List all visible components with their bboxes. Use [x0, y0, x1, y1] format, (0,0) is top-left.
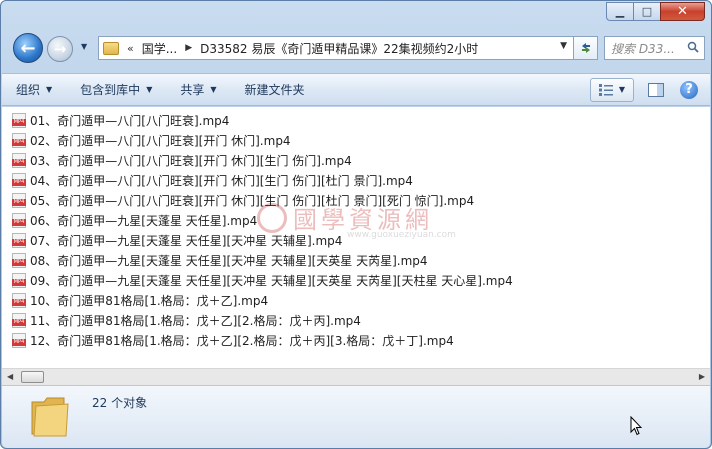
chevron-down-icon: ▼ [46, 85, 53, 94]
close-button[interactable]: ✕ [660, 2, 705, 21]
organize-menu-button[interactable]: 组织 ▼ [16, 81, 52, 98]
list-item[interactable]: 06、奇门遁甲—九星[天蓬星 天任星].mp4 [12, 211, 257, 229]
address-bar[interactable]: « 国学... ▶ D33582 易辰《奇门遁甲精品课》22集视频约2小时 ▼ [98, 36, 574, 60]
file-name: 04、奇门遁甲—八门[八门旺衰][开门 休门][生门 伤门][杜门 景门].mp… [30, 173, 413, 188]
mp4-file-icon [12, 312, 26, 328]
mp4-file-icon [12, 332, 26, 348]
file-name: 06、奇门遁甲—九星[天蓬星 天任星].mp4 [30, 213, 258, 228]
include-in-library-button[interactable]: 包含到库中 ▼ [80, 81, 152, 98]
chevron-down-icon: ▼ [146, 85, 153, 94]
file-list: 國學資源網 www.guoxueziyuan.com 01、奇门遁甲—八门[八门… [2, 107, 710, 368]
breadcrumb-segment-guoxue[interactable]: 国学... [142, 40, 177, 57]
file-name: 03、奇门遁甲—八门[八门旺衰][开门 休门][生门 伤门].mp4 [30, 153, 352, 168]
refresh-icon [581, 43, 590, 53]
mp4-file-icon [12, 112, 26, 128]
explorer-window: ▁ □ ✕ ← → ▼ « 国学... ▶ D33582 易辰《奇门遁甲精品课》… [0, 0, 712, 449]
file-name: 10、奇门遁甲81格局[1.格局：戊＋乙].mp4 [30, 293, 269, 308]
list-item[interactable]: 05、奇门遁甲—八门[八门旺衰][开门 休门][生门 伤门][杜门 景门][死门… [12, 191, 474, 209]
include-library-label: 包含到库中 [80, 83, 141, 97]
list-item[interactable]: 09、奇门遁甲—九星[天蓬星 天任星][天冲星 天辅星][天英星 天芮星][天柱… [12, 271, 513, 289]
new-folder-label: 新建文件夹 [244, 83, 305, 97]
folder-icon [103, 41, 119, 55]
recent-pages-dropdown-icon[interactable]: ▼ [81, 42, 87, 51]
search-placeholder: 搜索 D33... [611, 41, 675, 56]
mp4-file-icon [12, 132, 26, 148]
share-button[interactable]: 共享 ▼ [180, 81, 216, 98]
help-icon[interactable]: ? [680, 80, 698, 99]
list-item[interactable]: 11、奇门遁甲81格局[1.格局：戊＋乙][2.格局：戊＋丙].mp4 [12, 311, 361, 329]
breadcrumb-segment-current-folder[interactable]: D33582 易辰《奇门遁甲精品课》22集视频约2小时 [200, 40, 478, 57]
minimize-button[interactable]: ▁ [606, 2, 633, 21]
file-name: 07、奇门遁甲—九星[天蓬星 天任星][天冲星 天辅星].mp4 [30, 233, 343, 248]
share-label: 共享 [180, 83, 205, 97]
toolbar-right-group: ▼ ? [590, 74, 710, 105]
list-item[interactable]: 12、奇门遁甲81格局[1.格局：戊＋乙][2.格局：戊＋丙][3.格局：戊＋丁… [12, 331, 454, 349]
caption-buttons: ▁ □ ✕ [606, 2, 705, 21]
maximize-button[interactable]: □ [633, 2, 660, 21]
details-pane: 22 个对象 [2, 385, 710, 448]
file-name: 08、奇门遁甲—九星[天蓬星 天任星][天冲星 天辅星][天英星 天芮星].mp… [30, 253, 428, 268]
breadcrumb-separator-icon[interactable]: ▶ [185, 43, 192, 53]
organize-label: 组织 [16, 83, 41, 97]
file-name: 01、奇门遁甲—八门[八门旺衰].mp4 [30, 113, 230, 128]
preview-pane-icon [648, 82, 664, 97]
mp4-file-icon [12, 272, 26, 288]
item-count: 22 个对象 [92, 396, 148, 410]
change-view-button[interactable]: ▼ [590, 77, 634, 102]
navigation-bar: ← → ▼ « 国学... ▶ D33582 易辰《奇门遁甲精品课》22集视频约… [1, 27, 711, 71]
search-icon[interactable] [687, 41, 699, 53]
scroll-right-icon[interactable]: ▶ [699, 372, 705, 381]
list-item[interactable]: 10、奇门遁甲81格局[1.格局：戊＋乙].mp4 [12, 291, 268, 309]
search-input[interactable]: 搜索 D33... [604, 36, 705, 60]
mp4-file-icon [12, 232, 26, 248]
folder-icon [31, 397, 69, 437]
new-folder-button[interactable]: 新建文件夹 [245, 81, 305, 98]
mp4-file-icon [12, 252, 26, 268]
file-name: 02、奇门遁甲—八门[八门旺衰][开门 休门].mp4 [30, 133, 291, 148]
chevron-down-icon: ▼ [618, 85, 626, 94]
preview-pane-button[interactable] [646, 80, 666, 100]
mp4-file-icon [12, 152, 26, 168]
horizontal-scrollbar[interactable]: ◀ ▶ [2, 368, 710, 385]
address-dropdown-icon[interactable]: ▼ [560, 41, 567, 51]
scroll-left-icon[interactable]: ◀ [7, 372, 13, 381]
back-button[interactable]: ← [13, 33, 43, 63]
chevron-down-icon: ▼ [210, 85, 217, 94]
file-name: 05、奇门遁甲—八门[八门旺衰][开门 休门][生门 伤门][杜门 景门][死门… [30, 193, 475, 208]
file-name: 09、奇门遁甲—九星[天蓬星 天任星][天冲星 天辅星][天英星 天芮星][天柱… [30, 273, 513, 288]
list-item[interactable]: 03、奇门遁甲—八门[八门旺衰][开门 休门][生门 伤门].mp4 [12, 151, 352, 169]
mp4-file-icon [12, 172, 26, 188]
list-item[interactable]: 07、奇门遁甲—九星[天蓬星 天任星][天冲星 天辅星].mp4 [12, 231, 342, 249]
list-item[interactable]: 02、奇门遁甲—八门[八门旺衰][开门 休门].mp4 [12, 131, 291, 149]
view-details-icon [598, 83, 613, 96]
list-item[interactable]: 01、奇门遁甲—八门[八门旺衰].mp4 [12, 111, 229, 129]
mp4-file-icon [12, 292, 26, 308]
file-name: 11、奇门遁甲81格局[1.格局：戊＋乙][2.格局：戊＋丙].mp4 [30, 313, 361, 328]
list-item[interactable]: 04、奇门遁甲—八门[八门旺衰][开门 休门][生门 伤门][杜门 景门].mp… [12, 171, 413, 189]
mp4-file-icon [12, 212, 26, 228]
list-item[interactable]: 08、奇门遁甲—九星[天蓬星 天任星][天冲星 天辅星][天英星 天芮星].mp… [12, 251, 428, 269]
command-bar: 组织 ▼ 包含到库中 ▼ 共享 ▼ 新建文件夹 ▼ ? [2, 73, 710, 106]
address-overflow-chevron[interactable]: « [127, 42, 134, 55]
mp4-file-icon [12, 192, 26, 208]
scrollbar-thumb[interactable] [21, 371, 44, 383]
mouse-pointer-icon [630, 416, 642, 436]
file-name: 12、奇门遁甲81格局[1.格局：戊＋乙][2.格局：戊＋丙][3.格局：戊＋丁… [30, 333, 454, 348]
refresh-button[interactable] [574, 36, 598, 60]
watermark-url: www.guoxueziyuan.com [347, 230, 456, 240]
forward-button[interactable]: → [47, 36, 73, 62]
